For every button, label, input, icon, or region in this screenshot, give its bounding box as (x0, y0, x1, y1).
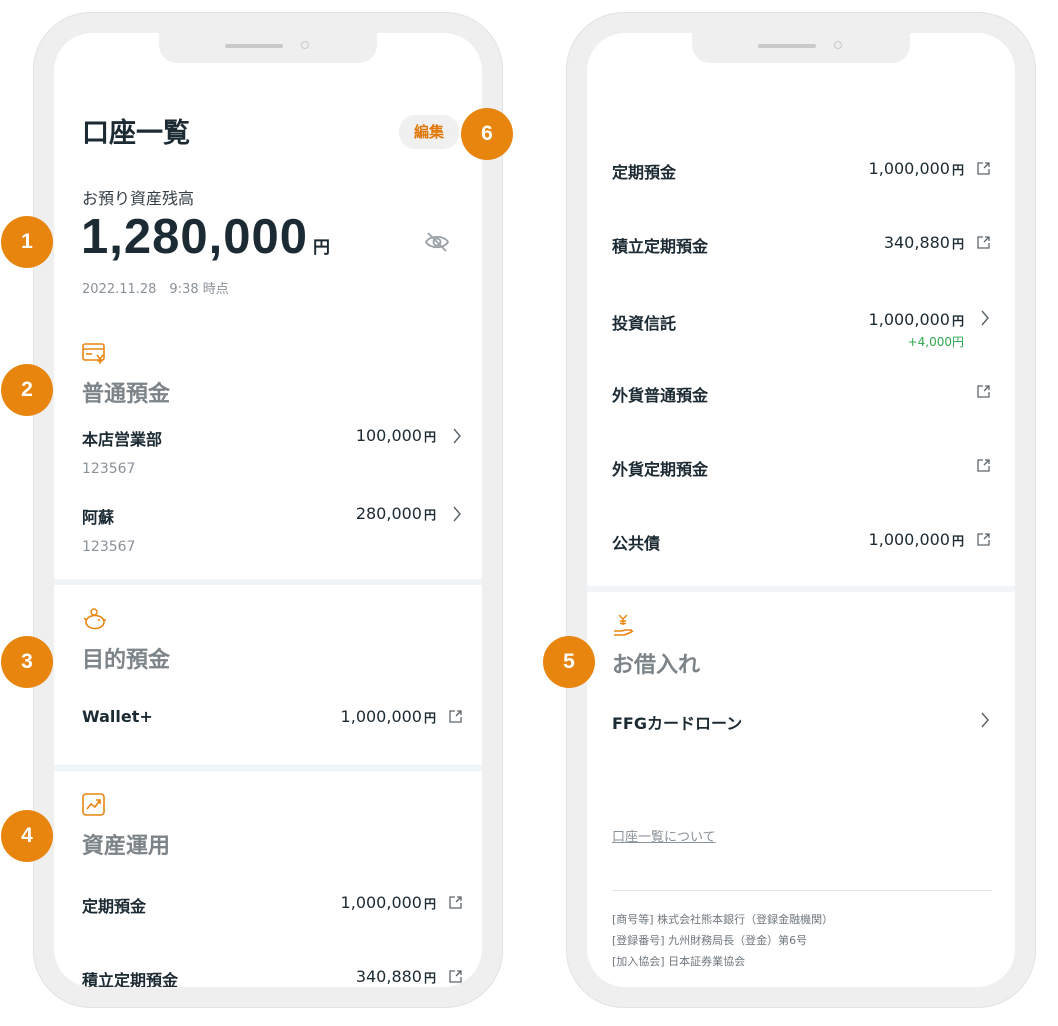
section-divider (587, 586, 1015, 592)
account-name: 阿蘇 (82, 508, 115, 527)
card-yen-icon (82, 342, 108, 366)
account-name: Wallet+ (82, 707, 153, 726)
page-title: 口座一覧 (82, 118, 190, 149)
chevron-right-icon (980, 310, 990, 326)
callout-badge-4: 4 (1, 810, 53, 862)
chevron-right-icon (452, 428, 462, 444)
asset-name: 公共債 (612, 534, 661, 553)
footer-info: [商号等] 株式会社熊本銀行（登録金融機関） [登録番号] 九州財務局長（登金）… (612, 909, 833, 972)
external-link-icon (977, 459, 990, 472)
account-amount: 280,000 円 (355, 504, 436, 523)
footer-line: [加入協会] 日本証券業協会 (612, 955, 746, 968)
loan-row[interactable]: FFGカードローン (612, 710, 992, 734)
callout-badge-5: 5 (543, 636, 595, 688)
external-link-icon (977, 162, 990, 175)
callout-badge-1: 1 (1, 216, 53, 268)
notch (692, 33, 910, 63)
piggy-bank-icon (82, 607, 108, 633)
asset-row[interactable]: 定期預金 1,000,000 円 (82, 893, 464, 917)
external-link-icon (449, 710, 462, 723)
asset-amount: 340,880 円 (883, 233, 964, 252)
footer-line: [登録番号] 九州財務局長（登金）第6号 (612, 934, 808, 947)
external-link-icon (449, 970, 462, 983)
about-accounts-link[interactable]: 口座一覧について (612, 826, 716, 845)
asset-gain: +4,000円 (907, 335, 964, 349)
asset-name: 外貨定期預金 (612, 460, 709, 479)
balance-as-of: 2022.11.28 9:38 時点 (82, 282, 229, 297)
account-number: 123567 (82, 539, 136, 555)
chevron-right-icon (980, 712, 990, 728)
account-number: 123567 (82, 461, 136, 477)
external-link-icon (977, 533, 990, 546)
asset-name: 外貨普通預金 (612, 386, 709, 405)
section-title-savings: 普通預金 (82, 382, 171, 407)
asset-row[interactable]: 外貨普通預金 (612, 382, 992, 406)
asset-amount: 1,000,000 円 (868, 530, 964, 549)
account-amount: 100,000 円 (355, 426, 436, 445)
chart-icon (82, 793, 106, 817)
chevron-right-icon (452, 506, 462, 522)
asset-row[interactable]: 公共債 1,000,000 円 (612, 530, 992, 554)
external-link-icon (449, 896, 462, 909)
asset-row[interactable]: 積立定期預金 340,880 円 (612, 233, 992, 257)
hide-balance-eye-icon[interactable] (424, 231, 450, 253)
footer-line: [商号等] 株式会社熊本銀行（登録金融機関） (612, 913, 834, 926)
account-row[interactable]: 阿蘇 123567 280,000 円 (82, 504, 464, 560)
asset-amount: 1,000,000 円 (868, 310, 964, 329)
callout-badge-2: 2 (1, 364, 53, 416)
asset-amount: 1,000,000 円 (340, 893, 436, 912)
asset-name: 積立定期預金 (612, 237, 709, 256)
section-title-goal: 目的預金 (82, 648, 171, 673)
asset-row[interactable]: 積立定期預金 340,880 円 (82, 967, 464, 987)
section-divider (54, 579, 482, 585)
notch (159, 33, 377, 63)
section-title-assets: 資産運用 (82, 834, 171, 859)
account-row[interactable]: 本店営業部 123567 100,000 円 (82, 426, 464, 482)
asset-name: 定期預金 (82, 897, 147, 916)
screen-right: 定期預金 1,000,000 円 積立定期預金 340,880 円 投資信託 1,0… (587, 33, 1015, 987)
asset-name: 積立定期預金 (82, 971, 179, 987)
asset-row[interactable]: 投資信託 1,000,000 円 +4,000円 (612, 310, 992, 354)
asset-row[interactable]: 外貨定期預金 (612, 456, 992, 480)
balance-display: 1,280,000 円 (81, 209, 330, 265)
account-amount: 1,000,000 円 (340, 707, 436, 726)
external-link-icon (977, 236, 990, 249)
loan-name: FFGカードローン (612, 714, 743, 733)
section-title-loans: お借入れ (612, 653, 701, 678)
asset-name: 投資信託 (612, 314, 677, 333)
asset-name: 定期預金 (612, 163, 677, 182)
balance-unit: 円 (313, 238, 330, 258)
balance-amount: 1,280,000 (81, 210, 308, 264)
goal-row[interactable]: Wallet+ 1,000,000 円 (82, 707, 464, 731)
footer-divider (612, 890, 992, 891)
account-name: 本店営業部 (82, 430, 163, 449)
phone-frame-left: 口座一覧 編集 お預り資産残高 1,280,000 円 2022.11.28 9… (33, 12, 503, 1008)
asset-amount: 340,880 円 (355, 967, 436, 986)
phone-frame-right: 定期預金 1,000,000 円 積立定期預金 340,880 円 投資信託 1,0… (566, 12, 1036, 1008)
external-link-icon (977, 385, 990, 398)
callout-badge-6: 6 (461, 108, 513, 160)
asset-amount: 1,000,000 円 (868, 159, 964, 178)
balance-label: お預り資産残高 (82, 189, 195, 208)
section-divider (54, 765, 482, 771)
screen-left: 口座一覧 編集 お預り資産残高 1,280,000 円 2022.11.28 9… (54, 33, 482, 987)
asset-row[interactable]: 定期預金 1,000,000 円 (612, 159, 992, 183)
callout-badge-3: 3 (1, 636, 53, 688)
hand-yen-icon (612, 613, 636, 639)
edit-button[interactable]: 編集 (399, 115, 459, 149)
